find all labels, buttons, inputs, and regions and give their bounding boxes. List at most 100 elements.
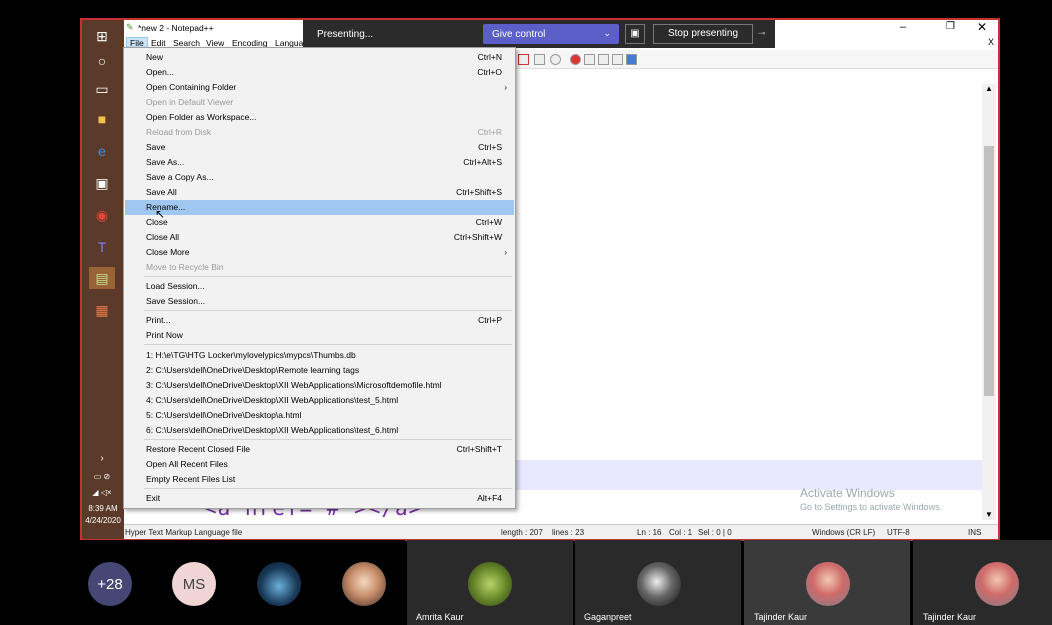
menu-item-empty-recent-list[interactable]: Empty Recent Files List (124, 472, 515, 487)
file-menu-dropdown: New Ctrl+N Open... Ctrl+O Open Containing … (123, 47, 516, 509)
menu-item-recycle-bin[interactable]: Move to Recycle Bin (124, 260, 515, 275)
save-macro-icon[interactable] (626, 54, 637, 65)
menu-item-new[interactable]: New Ctrl+N (124, 50, 515, 65)
menu-item-close-more[interactable]: Close More › (124, 245, 515, 260)
menu-item-rename[interactable]: Rename... (125, 200, 514, 215)
menu-item-recent-file[interactable]: 2: C:\Users\dell\OneDrive\Desktop\Remote… (124, 363, 515, 378)
menu-item-save-session[interactable]: Save Session... (124, 294, 515, 309)
presentation-app-icon[interactable]: ▦ (89, 299, 115, 321)
participant-name: Amrita Kaur (416, 612, 464, 622)
presenting-status: Presenting... (317, 29, 374, 40)
menu-item-label: Open in Default Viewer (146, 97, 234, 107)
menu-item-open-folder-workspace[interactable]: Open Folder as Workspace... (124, 110, 515, 125)
search-icon[interactable]: ○ (89, 50, 115, 72)
menu-item-recent-file[interactable]: 4: C:\Users\dell\OneDrive\Desktop\XII We… (124, 393, 515, 408)
status-line-number: Ln : 16 (637, 528, 662, 537)
menu-item-label: 4: C:\Users\dell\OneDrive\Desktop\XII We… (146, 395, 399, 405)
menu-item-shortcut: Ctrl+P (478, 315, 502, 325)
menu-item-print-now[interactable]: Print Now (124, 328, 515, 343)
close-icon[interactable]: ✕ (977, 20, 987, 34)
menu-item-exit[interactable]: Exit Alt+F4 (124, 491, 515, 506)
status-encoding: UTF-8 (887, 528, 910, 537)
menu-item-recent-file[interactable]: 6: C:\Users\dell\OneDrive\Desktop\XII We… (124, 423, 515, 438)
pin-icon[interactable]: ⊸ (758, 28, 766, 39)
store-icon[interactable]: ▣ (89, 172, 115, 194)
minimize-icon[interactable]: – (900, 21, 906, 33)
macro-record-icon[interactable] (518, 54, 529, 65)
toolbar-icon[interactable] (550, 54, 561, 65)
teams-icon[interactable]: T (89, 236, 115, 258)
participant-avatar-initials[interactable]: MS (172, 562, 216, 606)
record-icon[interactable] (570, 54, 581, 65)
menu-item-shortcut: Ctrl+W (475, 217, 502, 227)
menu-separator (144, 439, 512, 440)
close-tab-button[interactable]: X (988, 37, 994, 47)
maximize-icon[interactable]: ❐ (946, 21, 955, 32)
file-explorer-icon[interactable]: ■ (89, 108, 115, 130)
menu-item-label: Load Session... (146, 281, 205, 291)
give-control-dropdown[interactable]: Give control ⌄ (483, 24, 619, 44)
share-tray-icon[interactable]: ▣ (625, 24, 645, 44)
play-icon[interactable] (598, 54, 609, 65)
menu-item-restore-closed-file[interactable]: Restore Recent Closed File Ctrl+Shift+T (124, 442, 515, 457)
status-insert-mode: INS (968, 528, 982, 537)
vertical-scrollbar[interactable]: ▲ ▼ (982, 84, 996, 520)
menu-item-save-all[interactable]: Save All Ctrl+Shift+S (124, 185, 515, 200)
menu-item-shortcut: Ctrl+O (477, 67, 502, 77)
menu-item-close[interactable]: Close Ctrl+W (124, 215, 515, 230)
volume-icon[interactable]: ◢ ◁× (89, 481, 115, 503)
notepadpp-icon[interactable]: ▤ (89, 267, 115, 289)
taskbar-clock[interactable]: 8:39 AM 4/24/2020 (82, 503, 124, 527)
menu-item-close-all[interactable]: Close All Ctrl+Shift+W (124, 230, 515, 245)
menu-separator (144, 344, 512, 345)
menu-item-shortcut: Ctrl+Shift+W (453, 232, 502, 242)
menu-item-shortcut: Ctrl+R (477, 127, 502, 137)
menu-item-print[interactable]: Print... Ctrl+P (124, 313, 515, 328)
edge-browser-icon[interactable]: e (89, 140, 115, 162)
menu-item-open-containing-folder[interactable]: Open Containing Folder › (124, 80, 515, 95)
scrollbar-thumb[interactable] (984, 146, 994, 396)
menu-item-recent-file[interactable]: 1: H:\e\TG\HTG Locker\mylovelypics\mypcs… (124, 348, 515, 363)
menu-item-label: Save All (146, 187, 177, 197)
play-multiple-icon[interactable] (612, 54, 623, 65)
menu-item-save[interactable]: Save Ctrl+S (124, 140, 515, 155)
menu-item-label: Open All Recent Files (146, 459, 228, 469)
task-view-icon[interactable]: ▭ (89, 78, 115, 100)
status-bar: Hyper Text Markup Language file length :… (124, 524, 998, 539)
menu-item-label: Close More (146, 247, 190, 257)
status-selection: Sel : 0 | 0 (698, 528, 732, 537)
windows-start-icon[interactable]: ⊞ (89, 25, 115, 47)
stop-icon[interactable] (584, 54, 595, 65)
participant-avatar-photo (637, 562, 681, 606)
status-lines: lines : 23 (552, 528, 585, 537)
window-title: *new 2 - Notepad++ (138, 23, 214, 33)
menu-item-open-default-viewer[interactable]: Open in Default Viewer (124, 95, 515, 110)
menu-separator (144, 310, 512, 311)
menu-item-shortcut: Ctrl+Shift+S (456, 187, 502, 197)
menu-item-label: New (146, 52, 164, 62)
menu-item-open-all-recent[interactable]: Open All Recent Files (124, 457, 515, 472)
participant-avatar-photo[interactable] (257, 562, 301, 606)
stop-presenting-button[interactable]: Stop presenting (653, 24, 753, 44)
menu-item-label: Open Containing Folder (146, 82, 237, 92)
menu-item-label: Close All (146, 232, 180, 242)
menu-item-label: Reload from Disk (146, 127, 212, 137)
scroll-up-icon[interactable]: ▲ (985, 84, 993, 93)
menu-item-open[interactable]: Open... Ctrl+O (124, 65, 515, 80)
mouse-cursor-icon: ↖ (155, 207, 166, 221)
menu-item-reload[interactable]: Reload from Disk Ctrl+R (124, 125, 515, 140)
menu-item-recent-file[interactable]: 5: C:\Users\dell\OneDrive\Desktop\a.html (124, 408, 515, 423)
menu-item-save-copy-as[interactable]: Save a Copy As... (124, 170, 515, 185)
chrome-icon[interactable]: ◉ (89, 204, 115, 226)
participant-avatar-photo[interactable] (342, 562, 386, 606)
menu-item-label: Open... (146, 67, 174, 77)
menu-item-save-as[interactable]: Save As... Ctrl+Alt+S (124, 155, 515, 170)
menu-item-load-session[interactable]: Load Session... (124, 279, 515, 294)
overflow-participants-button[interactable]: +28 (88, 562, 132, 606)
scroll-down-icon[interactable]: ▼ (985, 510, 993, 519)
participant-name: Tajinder Kaur (923, 612, 977, 622)
toolbar-icon[interactable] (534, 54, 545, 65)
menu-item-recent-file[interactable]: 3: C:\Users\dell\OneDrive\Desktop\XII We… (124, 378, 515, 393)
menu-item-label: Save (146, 142, 166, 152)
menu-item-shortcut: Ctrl+Alt+S (463, 157, 502, 167)
